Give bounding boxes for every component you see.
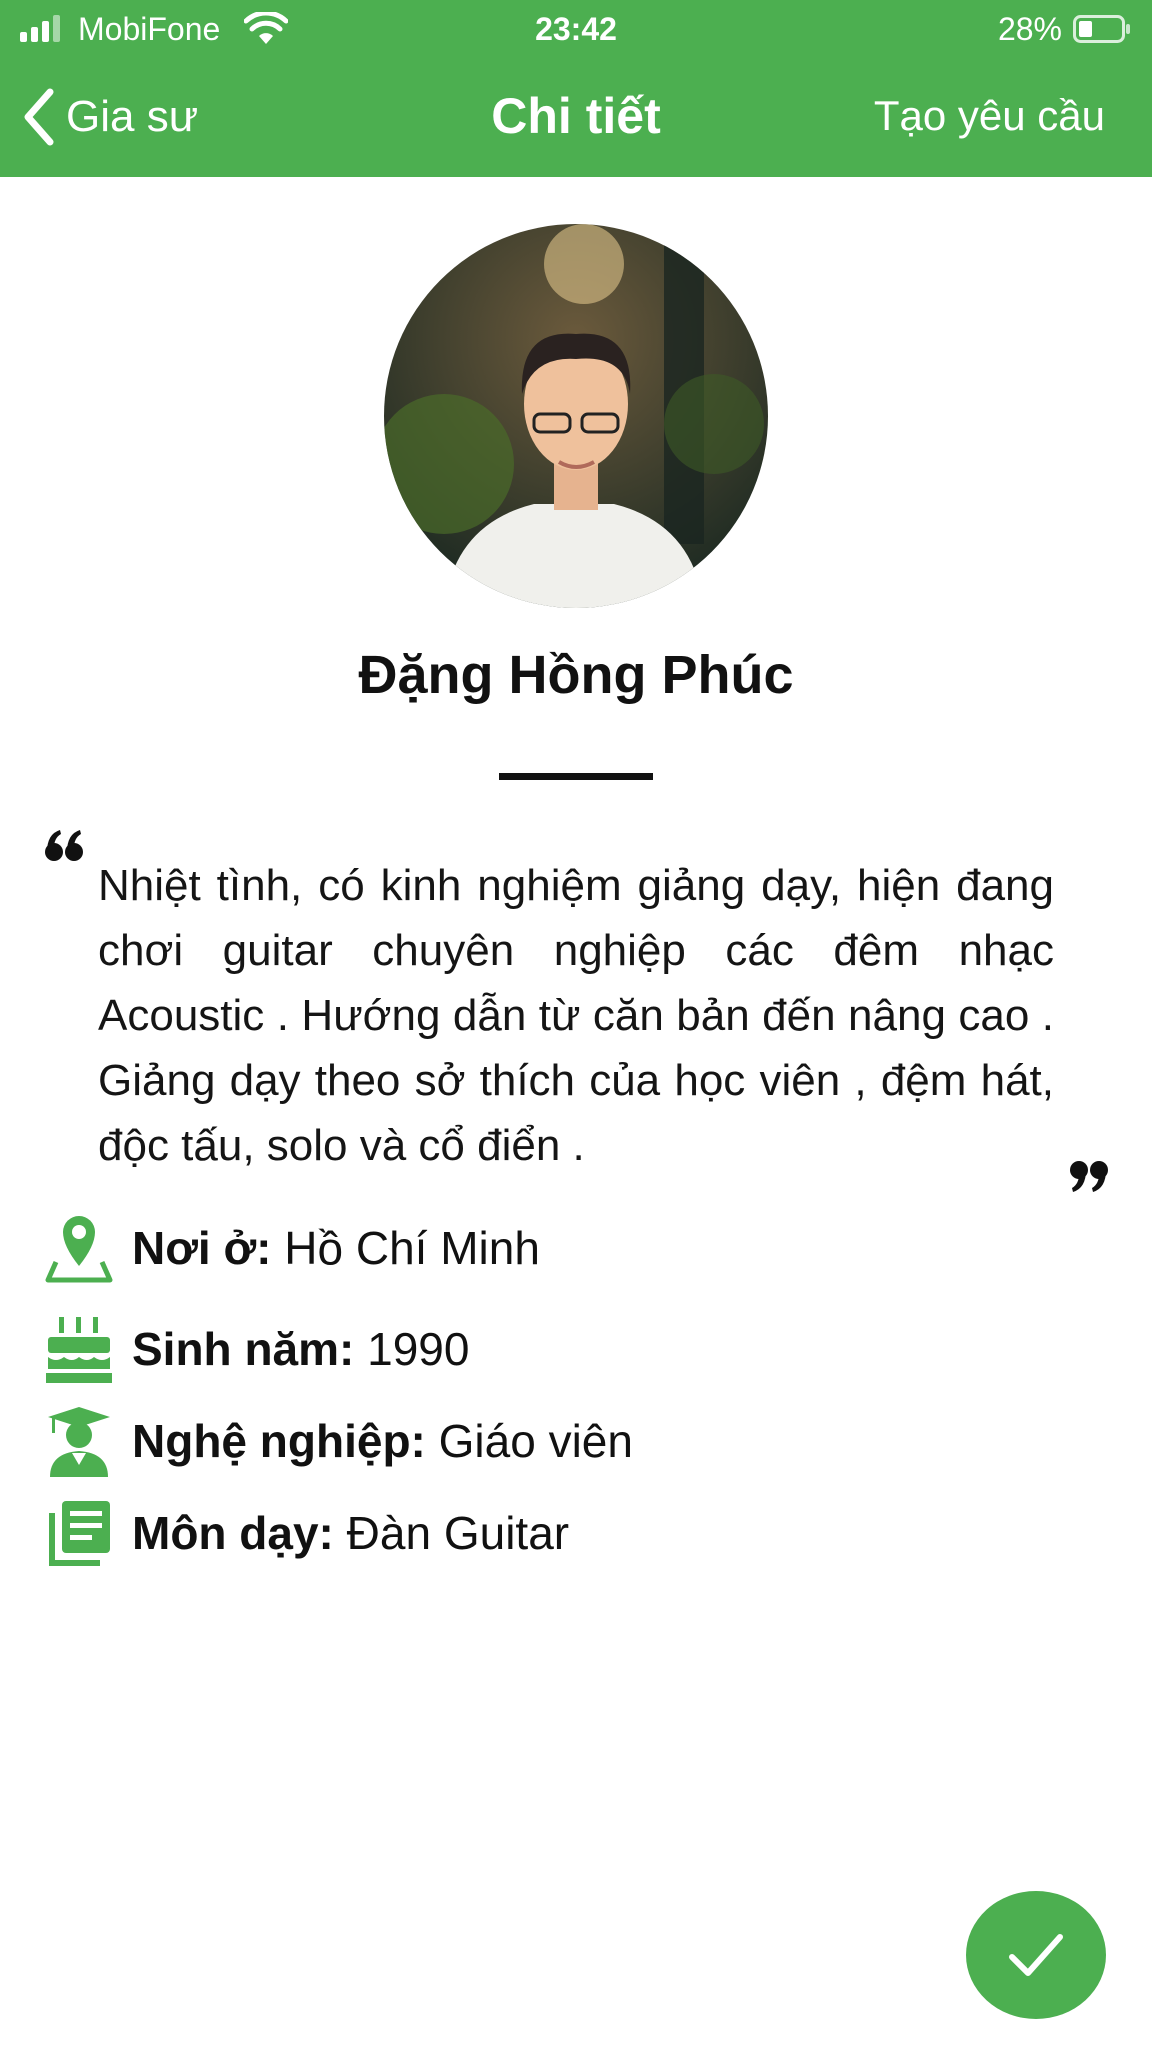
- location-pin-icon: [45, 1216, 113, 1283]
- graduate-icon: [48, 1407, 110, 1477]
- create-request-button[interactable]: Tạo yêu cầu: [874, 88, 1105, 144]
- quote-close-icon: [1070, 1161, 1108, 1192]
- status-bar: MobiFone 23:42 28%: [0, 0, 1152, 58]
- info-row-subject: Môn dạy: Đàn Guitar: [44, 1497, 1044, 1569]
- info-row-birth-year: Sinh năm: 1990: [44, 1313, 1044, 1385]
- subject-book-icon: [49, 1501, 110, 1566]
- wifi-icon: [244, 12, 288, 44]
- info-label-birth-year: Sinh năm:: [132, 1323, 355, 1375]
- info-label-subject: Môn dạy:: [132, 1507, 334, 1559]
- status-time: 23:42: [535, 11, 617, 47]
- back-label: Gia sư: [66, 92, 199, 141]
- chevron-left-icon: [24, 88, 54, 146]
- page-title: Chi tiết: [491, 88, 661, 144]
- info-label-residence: Nơi ở:: [132, 1222, 272, 1274]
- info-value-subject: Đàn Guitar: [346, 1507, 570, 1559]
- checkmark-icon: [1009, 1934, 1063, 1976]
- info-value-occupation: Giáo viên: [438, 1415, 633, 1467]
- info-label-occupation: Nghệ nghiệp:: [132, 1415, 426, 1467]
- info-value-residence: Hồ Chí Minh: [284, 1222, 540, 1274]
- battery-icon: [1073, 15, 1130, 43]
- carrier-name: MobiFone: [78, 11, 221, 47]
- name-divider: [499, 773, 653, 780]
- info-row-residence: Nơi ở: Hồ Chí Minh: [44, 1212, 1044, 1284]
- avatar-photo: [384, 224, 768, 608]
- info-value-birth-year: 1990: [367, 1323, 470, 1375]
- battery-percent: 28%: [997, 11, 1062, 47]
- birthday-cake-icon: [46, 1317, 112, 1383]
- tutor-bio: Nhiệt tình, có kinh nghiệm giảng dạy, hi…: [98, 861, 1054, 1170]
- back-button[interactable]: Gia sư: [20, 82, 198, 152]
- quote-open-icon: [45, 830, 83, 861]
- avatar: [384, 224, 768, 608]
- info-row-occupation: Nghệ nghiệp: Giáo viên: [44, 1405, 1044, 1477]
- tutor-name: Đặng Hồng Phúc: [358, 645, 794, 705]
- navigation-bar: Gia sư Chi tiết Tạo yêu cầu: [0, 58, 1152, 177]
- signal-strength-icon: [20, 15, 60, 42]
- confirm-fab-button[interactable]: [966, 1891, 1106, 2019]
